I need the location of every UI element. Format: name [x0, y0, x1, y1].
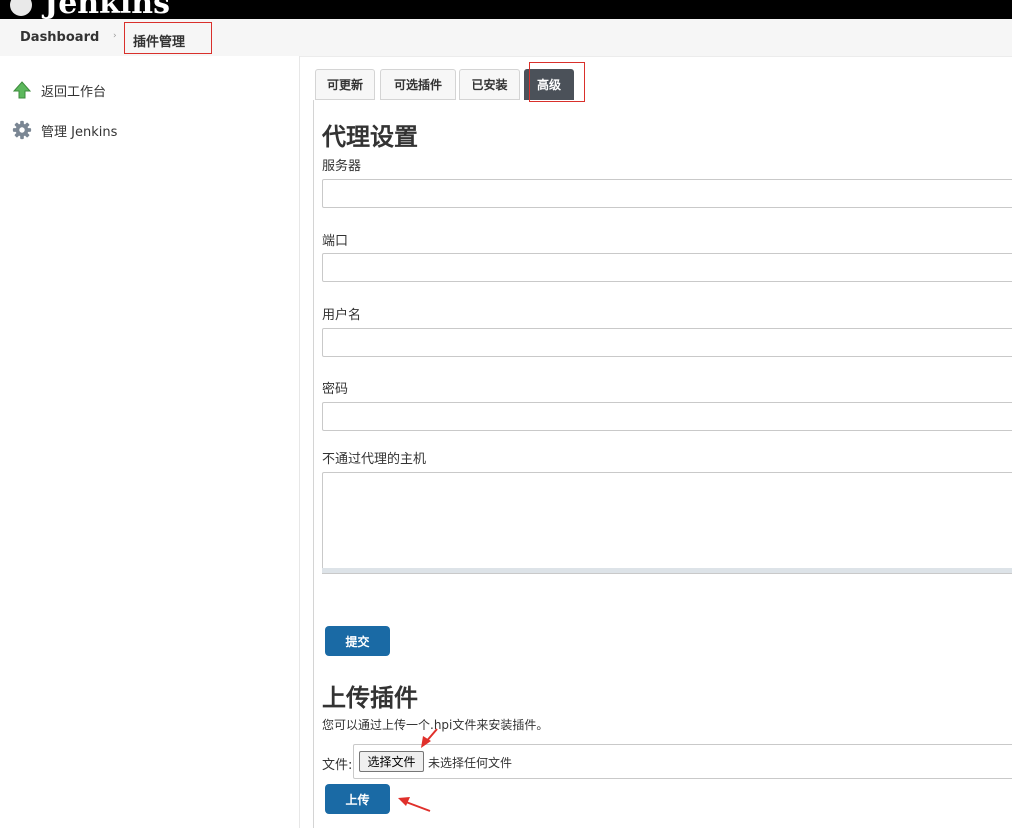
server-input[interactable] — [322, 179, 1012, 208]
sidebar-item-back-to-dashboard[interactable]: 返回工作台 — [12, 79, 106, 101]
proxy-settings-title: 代理设置 — [322, 123, 418, 151]
file-label: 文件: — [322, 758, 353, 773]
textarea-resize-handle[interactable] — [322, 568, 1012, 574]
password-label: 密码 — [322, 382, 349, 397]
password-input[interactable] — [322, 402, 1012, 431]
gear-icon — [12, 120, 32, 140]
sidebar-item-label: 返回工作台 — [41, 84, 107, 100]
upload-button[interactable]: 上传 — [325, 784, 390, 814]
tab-updates[interactable]: 可更新 — [315, 69, 375, 100]
breadcrumb-dashboard[interactable]: Dashboard — [20, 30, 99, 45]
chevron-right-icon: › — [113, 31, 117, 41]
upload-plugin-title: 上传插件 — [322, 684, 418, 712]
choose-file-button[interactable]: 选择文件 — [359, 751, 424, 772]
breadcrumb-current[interactable]: 插件管理 — [124, 22, 212, 54]
no-proxy-hosts-textarea[interactable] — [322, 472, 1012, 570]
server-label: 服务器 — [322, 159, 362, 174]
username-label: 用户名 — [322, 308, 362, 323]
logo-text[interactable]: Jenkins — [44, 0, 170, 19]
upload-description: 您可以通过上传一个.hpi文件来安装插件。 — [322, 718, 549, 732]
username-input[interactable] — [322, 328, 1012, 357]
tab-installed[interactable]: 已安装 — [459, 69, 520, 100]
submit-button[interactable]: 提交 — [325, 626, 390, 656]
no-proxy-hosts-label: 不通过代理的主机 — [322, 452, 427, 467]
sidebar-item-label: 管理 Jenkins — [41, 124, 118, 140]
annotation-highlight-box — [529, 62, 585, 102]
port-label: 端口 — [322, 234, 349, 249]
jenkins-logo-icon[interactable] — [10, 0, 32, 16]
file-status-text: 未选择任何文件 — [428, 756, 513, 770]
tab-available[interactable]: 可选插件 — [380, 69, 456, 100]
breadcrumb: Dashboard › 插件管理 — [0, 19, 1012, 57]
sidebar-item-manage-jenkins[interactable]: 管理 Jenkins — [12, 119, 117, 141]
arrow-up-icon — [12, 80, 32, 100]
arrow-to-upload-icon — [398, 797, 431, 812]
content-divider — [313, 100, 314, 828]
port-input[interactable] — [322, 253, 1012, 282]
header-bar: Jenkins — [0, 0, 1012, 19]
sidebar: 返回工作台 管理 Jenkins — [0, 56, 300, 828]
